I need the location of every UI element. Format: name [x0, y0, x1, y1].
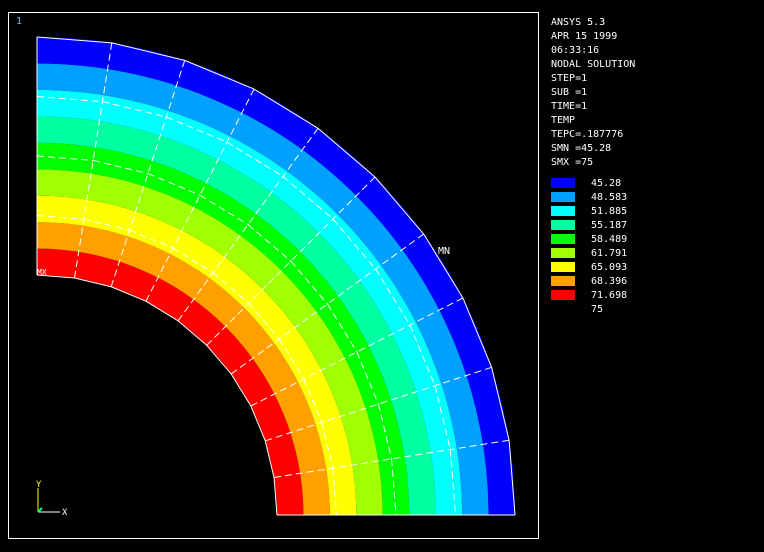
legend-value: 51.885 — [591, 206, 628, 217]
legend-value: 71.698 — [591, 290, 628, 301]
legend-value: 68.396 — [591, 276, 628, 287]
legend-swatch — [551, 276, 575, 286]
info-panel: ANSYS 5.3 APR 15 1999 06:33:16 NODAL SOLUTI… — [551, 16, 635, 170]
info-line: STEP=1 — [551, 73, 588, 84]
legend-value: 48.583 — [591, 192, 628, 203]
legend-swatch — [551, 178, 575, 188]
legend-swatch — [551, 192, 575, 202]
triad-y-label: Y — [36, 480, 42, 490]
info-line: TIME=1 — [551, 101, 588, 112]
contour-bands — [37, 37, 515, 516]
legend-value: 58.489 — [591, 234, 628, 245]
info-line: 06:33:16 — [551, 45, 600, 56]
contour-plot: MN MX Y X — [36, 36, 516, 518]
legend-value: 55.187 — [591, 220, 628, 231]
info-line: APR 15 1999 — [551, 31, 618, 42]
legend-swatch — [551, 206, 575, 216]
legend-value: 65.093 — [591, 262, 628, 273]
triad: Y X — [36, 480, 68, 518]
info-line: TEMP — [551, 115, 576, 126]
info-line: SMN =45.28 — [551, 143, 612, 154]
legend-value: 45.28 — [591, 178, 622, 189]
legend-value: 75 — [591, 304, 604, 315]
triad-z-axis — [37, 507, 43, 513]
legend-swatch — [551, 248, 575, 258]
min-label: MN — [438, 246, 450, 257]
legend-swatch — [551, 234, 575, 244]
info-line: ANSYS 5.3 — [551, 17, 606, 28]
info-line: TEPC=.187776 — [551, 129, 624, 140]
legend-value: 61.791 — [591, 248, 628, 259]
triad-x-label: X — [62, 508, 68, 518]
legend-swatch — [551, 220, 575, 230]
info-line: SMX =75 — [551, 157, 594, 168]
max-label: MX — [37, 268, 47, 277]
info-line: SUB =1 — [551, 87, 588, 98]
info-line: NODAL SOLUTION — [551, 59, 636, 70]
legend-swatch — [551, 262, 575, 272]
legend-swatch — [551, 290, 575, 300]
